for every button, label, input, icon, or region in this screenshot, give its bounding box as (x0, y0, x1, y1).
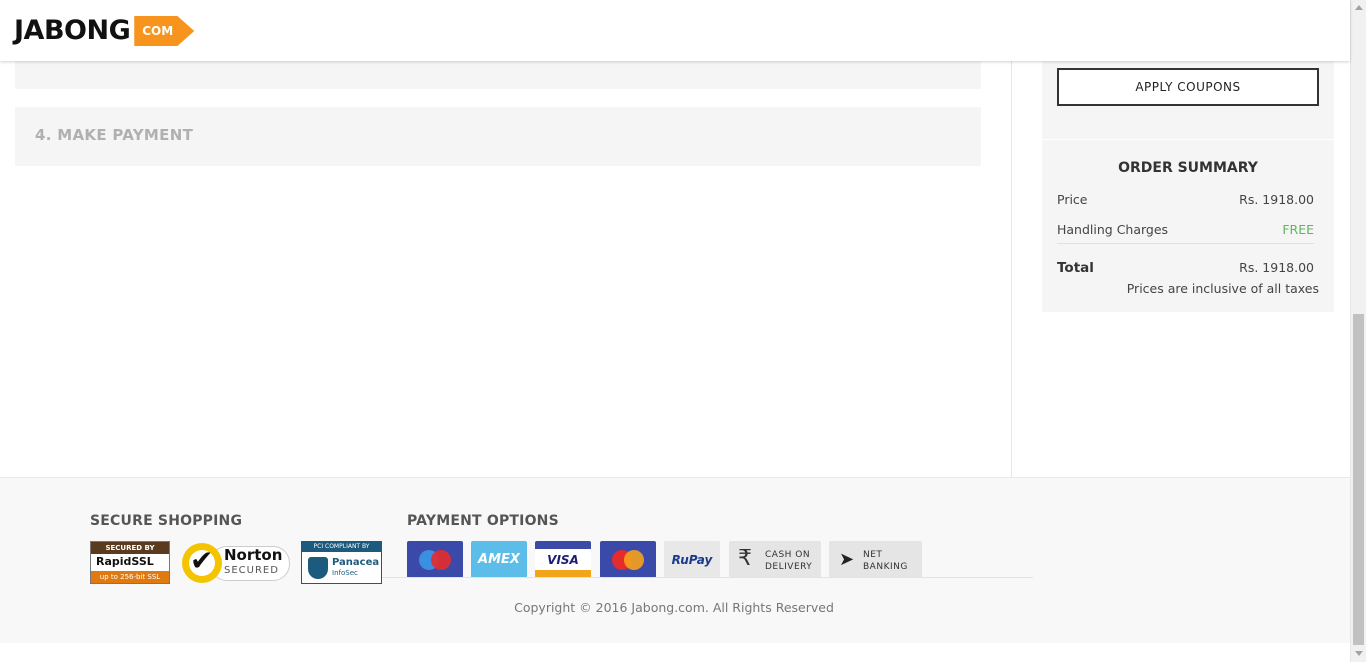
scrollbar-thumb[interactable] (1353, 314, 1364, 645)
norton-check-icon: ✔ (190, 544, 214, 577)
maestro-circle-red (431, 550, 451, 570)
tax-note: Prices are inclusive of all taxes (1126, 281, 1319, 296)
step-make-payment-label: 4. MAKE PAYMENT (35, 126, 194, 144)
column-divider (1011, 61, 1012, 477)
mastercard-circle-orange (624, 550, 644, 570)
mastercard-icon (600, 541, 656, 578)
net-banking-label: NET BANKING (863, 549, 908, 573)
cod-label: CASH ON DELIVERY (765, 549, 812, 573)
rapidssl-top: SECURED BY (91, 542, 169, 554)
net-line1: NET (863, 550, 883, 560)
rapidssl-badge: SECURED BY RapidSSL 🔒 up to 256-bit SSL (90, 541, 170, 584)
total-label: Total (1057, 260, 1094, 276)
rapidssl-bottom: up to 256-bit SSL (91, 571, 169, 583)
pci-badge: PCI COMPLIANT BY Panacea InfoSec (301, 541, 382, 584)
rupee-icon: ₹ (738, 546, 752, 571)
cash-on-delivery-option: ₹ CASH ON DELIVERY (729, 541, 821, 578)
copyright-text: Copyright © 2016 Jabong.com. All Rights … (514, 600, 834, 615)
norton-sub: SECURED (224, 565, 279, 576)
logo-badge: COM (134, 16, 195, 46)
price-label: Price (1057, 192, 1088, 207)
scroll-up-arrow-icon[interactable] (1355, 5, 1363, 10)
price-value: Rs. 1918.00 (1239, 192, 1314, 207)
order-summary-title: ORDER SUMMARY (1118, 160, 1258, 176)
price-row: Price Rs. 1918.00 (1057, 192, 1314, 207)
pci-name: Panacea (332, 557, 380, 568)
copyright: Copyright © 2016 Jabong.com. All Rights … (0, 600, 1350, 615)
total-value: Rs. 1918.00 (1239, 260, 1314, 275)
footer-divider (382, 577, 1033, 578)
rupay-icon: RuPay (664, 541, 720, 578)
apply-coupons-button[interactable]: APPLY COUPONS (1057, 68, 1319, 106)
step-make-payment[interactable]: 4. MAKE PAYMENT (15, 107, 981, 166)
logo-text: JABONG (14, 15, 131, 46)
payment-options-heading: PAYMENT OPTIONS (407, 513, 559, 529)
handling-label: Handling Charges (1057, 222, 1169, 237)
site-header: JABONG COM (0, 0, 1350, 61)
scroll-down-arrow-icon[interactable] (1355, 651, 1363, 656)
handling-value: FREE (1282, 222, 1314, 237)
jabong-logo[interactable]: JABONG COM (14, 14, 195, 48)
net-banking-option: ➤ NET BANKING (829, 541, 922, 578)
visa-icon: VISA (535, 541, 591, 578)
order-summary: ORDER SUMMARY Price Rs. 1918.00 Handling… (1042, 140, 1334, 312)
cod-line2: DELIVERY (765, 562, 813, 572)
coupon-panel: APPLY COUPONS (1042, 61, 1334, 139)
shield-icon (308, 557, 328, 579)
net-line2: BANKING (863, 562, 908, 572)
site-footer: SECURE SHOPPING PAYMENT OPTIONS SECURED … (0, 477, 1350, 643)
cod-line1: CASH ON (765, 550, 811, 560)
pci-sub: InfoSec (332, 569, 358, 577)
amex-icon: AMEX (471, 541, 527, 578)
total-row: Total Rs. 1918.00 (1057, 260, 1314, 276)
page-scrollbar[interactable] (1350, 0, 1366, 662)
secure-shopping-heading: SECURE SHOPPING (90, 513, 243, 529)
pci-top: PCI COMPLIANT BY (302, 542, 381, 552)
handling-row: Handling Charges FREE (1057, 222, 1314, 244)
rapidssl-name-text: RapidSSL (96, 555, 154, 568)
norton-badge: ✔ Norton SECURED (182, 541, 290, 584)
norton-name: Norton (224, 546, 283, 564)
maestro-icon (407, 541, 463, 578)
cursor-icon: ➤ (839, 549, 855, 570)
